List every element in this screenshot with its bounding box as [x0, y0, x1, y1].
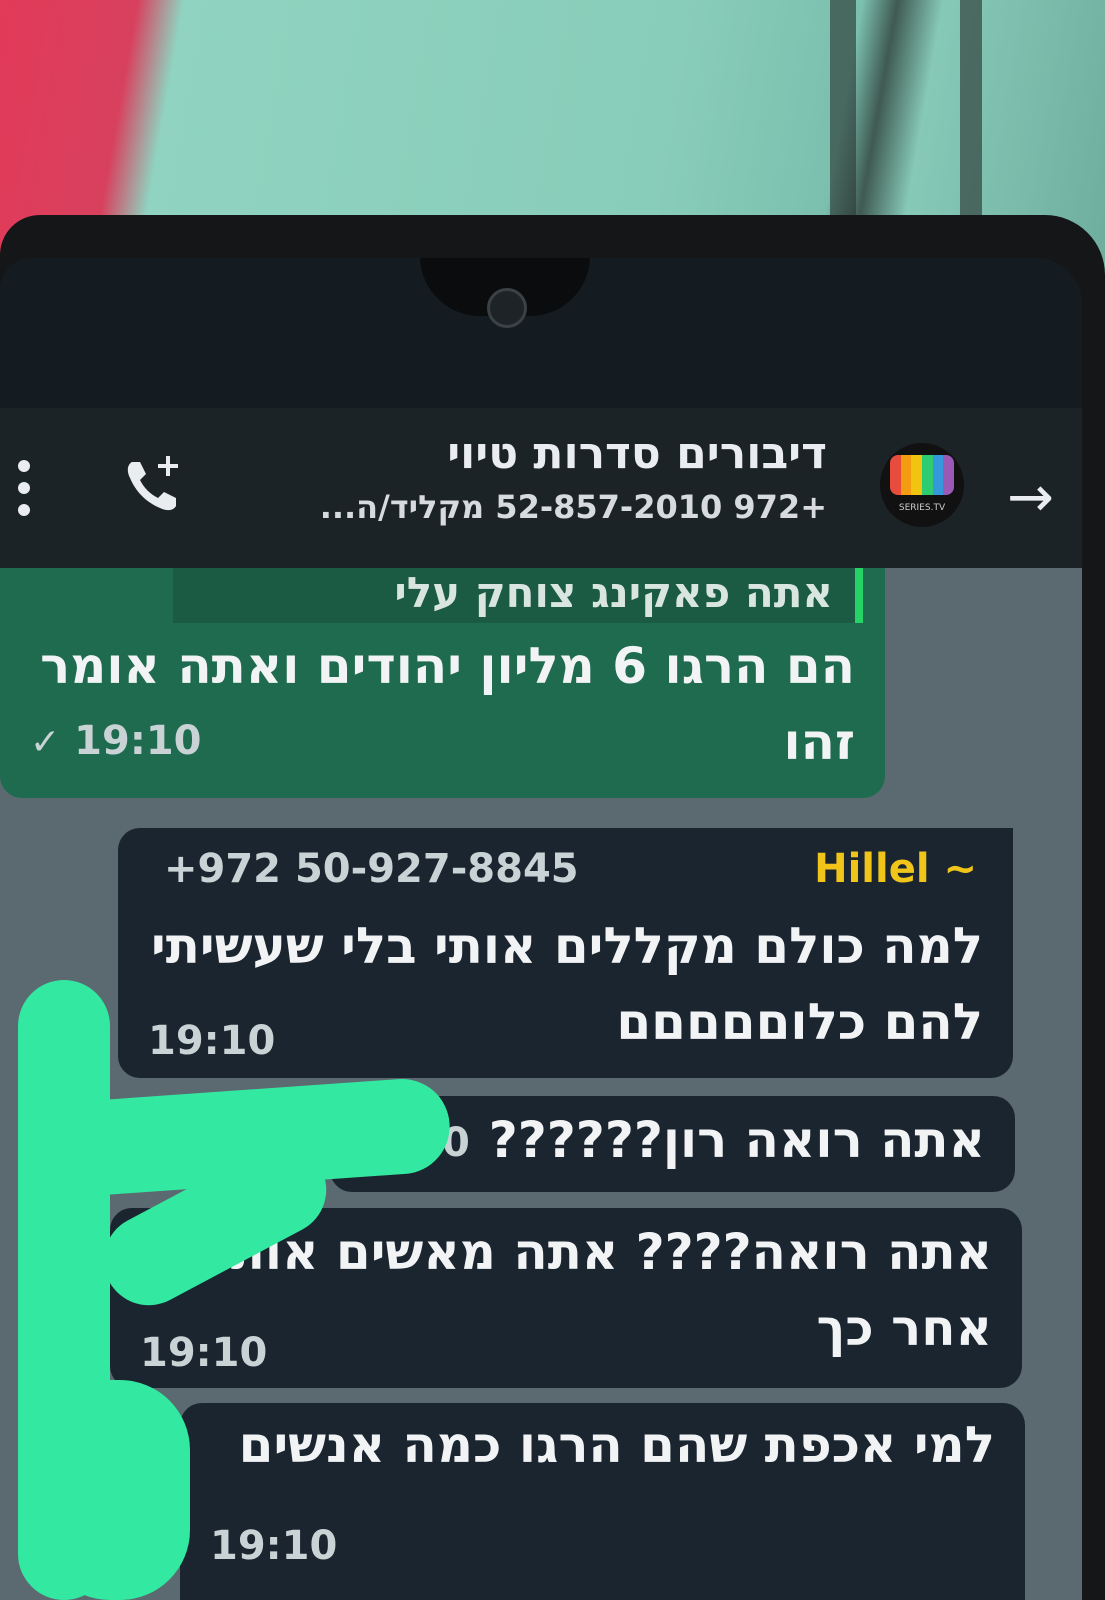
quoted-message[interactable]: אתה פאקינג צוחק עלי	[173, 568, 863, 623]
message-time: 19:10	[148, 1018, 276, 1064]
chat-title[interactable]: דיבורים סדרות טיוי	[447, 428, 827, 479]
chat-header: → SERIES.TV דיבורים סדרות טיוי +972 52-8…	[0, 408, 1082, 568]
message-text: אתה רואה???? אתה מאשים אותי אחר כך	[216, 1223, 992, 1357]
sent-check-icon: ✓	[30, 722, 61, 763]
message-text: אתה רואה רון??????	[488, 1111, 985, 1169]
message-bubble-outgoing[interactable]: אתה פאקינג צוחק עלי הם הרגו 6 מליון יהוד…	[0, 568, 885, 798]
message-text: למה כולם מקללים אותי בלי שעשיתי להם כלום…	[150, 917, 983, 1051]
message-time: 19:10	[140, 1330, 268, 1376]
arrow-right-icon[interactable]: →	[1007, 470, 1054, 526]
message-time: 19:10	[210, 1523, 338, 1569]
message-bubble-incoming[interactable]: ~ Hillel +972 50-927-8845 למה כולם מקללי…	[118, 828, 1013, 1078]
avatar[interactable]: SERIES.TV	[880, 443, 964, 527]
message-time: ✓ 19:10	[30, 718, 202, 764]
sender-name[interactable]: ~ Hillel	[814, 846, 977, 892]
message-text: למי אכפת שהם הרגו כמה אנשים	[238, 1416, 995, 1474]
chat-subtitle: +972 52-857-2010 מקליד/ה...	[319, 488, 827, 526]
avatar-brand: SERIES.TV	[898, 503, 946, 513]
message-bubble-incoming[interactable]: למי אכפת שהם הרגו כמה אנשים 19:10	[180, 1403, 1025, 1600]
sender-phone[interactable]: +972 50-927-8845	[164, 846, 579, 892]
more-vertical-icon[interactable]	[14, 460, 34, 516]
front-camera	[487, 288, 527, 328]
avatar-logo	[890, 455, 954, 495]
add-call-icon[interactable]	[118, 450, 188, 520]
